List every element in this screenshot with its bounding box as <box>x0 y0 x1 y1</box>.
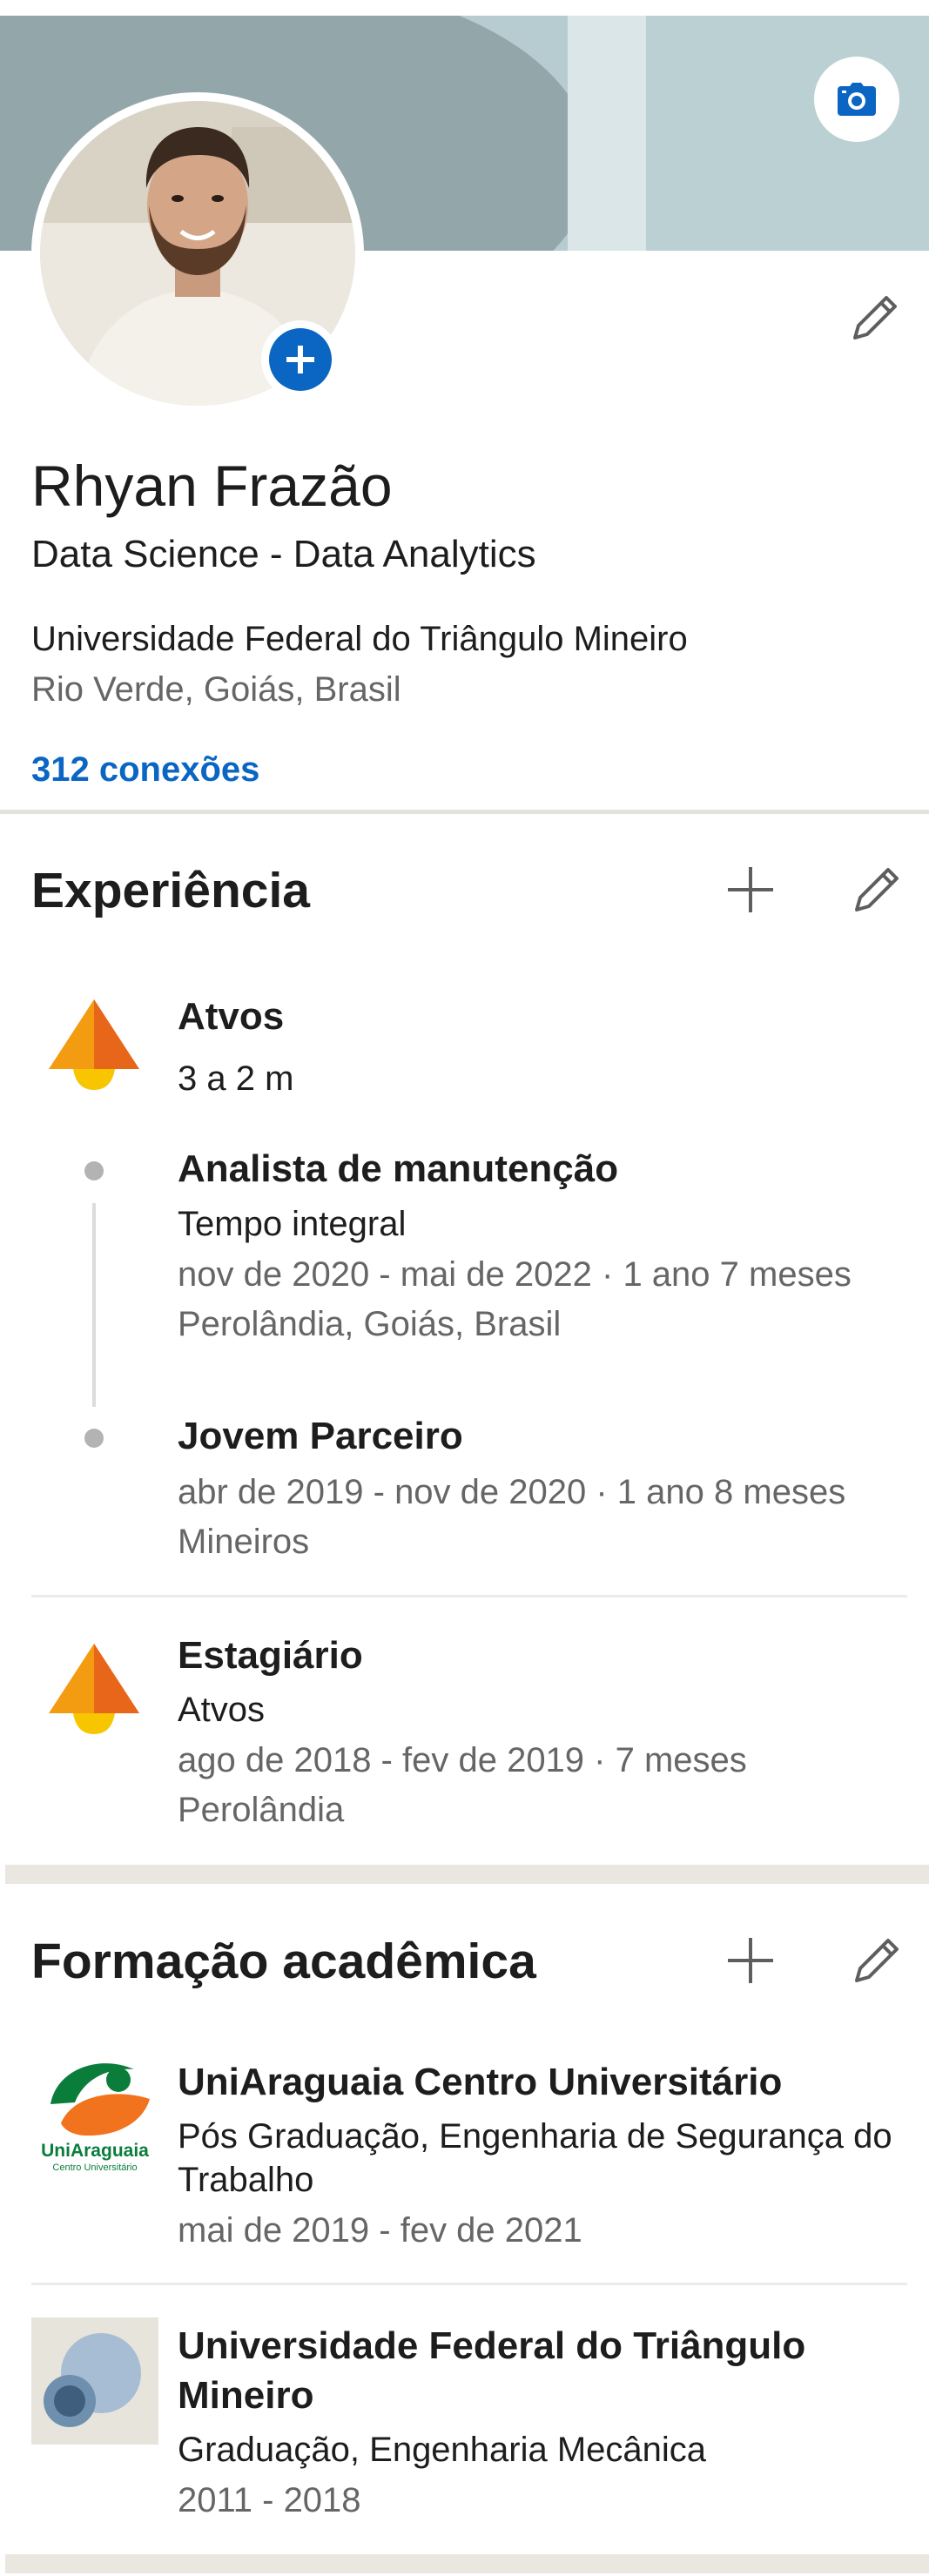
school-name[interactable]: UniAraguaia Centro Universitário <box>178 2061 782 2104</box>
profile-location: Rio Verde, Goiás, Brasil <box>31 670 401 709</box>
role-title[interactable]: Estagiário <box>178 1634 363 1678</box>
divider <box>0 810 929 814</box>
atvos-logo[interactable] <box>42 992 146 1097</box>
edit-intro-button[interactable] <box>845 287 905 348</box>
edit-education-button[interactable] <box>845 1928 909 1993</box>
pencil-icon <box>855 868 899 911</box>
education-title: Formação acadêmica <box>31 1934 536 1989</box>
degree-continued: Trabalho <box>178 2161 314 2199</box>
atvos-logo[interactable] <box>42 1637 146 1741</box>
profile-education[interactable]: Universidade Federal do Triângulo Mineir… <box>31 620 688 659</box>
education-dates: 2011 - 2018 <box>178 2481 361 2519</box>
divider <box>31 1595 907 1597</box>
role-location: Perolândia <box>178 1791 345 1829</box>
add-education-button[interactable] <box>718 1928 783 1993</box>
company-duration: 3 a 2 m <box>178 1059 294 1098</box>
role-title[interactable]: Analista de manutenção <box>178 1147 618 1191</box>
svg-text:Centro Universitário: Centro Universitário <box>52 2162 137 2173</box>
pencil-icon <box>853 296 897 340</box>
school-logo-placeholder[interactable] <box>31 2317 158 2445</box>
company-name[interactable]: Atvos <box>178 995 284 1039</box>
education-dates: mai de 2019 - fev de 2021 <box>178 2211 582 2250</box>
plus-icon <box>286 346 314 373</box>
profile-headline: Data Science - Data Analytics <box>31 533 536 575</box>
edit-cover-button[interactable] <box>814 57 899 142</box>
timeline-dot <box>84 1429 104 1448</box>
section-separator <box>5 2554 929 2573</box>
school-name-continued[interactable]: Mineiro <box>178 2374 313 2418</box>
pencil-icon <box>855 1939 899 1982</box>
role-location: Perolândia, Goiás, Brasil <box>178 1305 562 1343</box>
role-title[interactable]: Jovem Parceiro <box>178 1415 463 1458</box>
role-type: Tempo integral <box>178 1205 407 1243</box>
role-dates: abr de 2019 - nov de 2020 · 1 ano 8 mese… <box>178 1473 846 1511</box>
plus-icon <box>728 867 773 912</box>
plus-icon <box>728 1938 773 1983</box>
role-location: Mineiros <box>178 1523 310 1561</box>
edit-experience-button[interactable] <box>845 858 909 922</box>
divider <box>31 2283 907 2285</box>
profile-name: Rhyan Frazão <box>31 454 393 518</box>
add-profile-photo-button[interactable] <box>261 320 340 399</box>
role-dates: nov de 2020 - mai de 2022 · 1 ano 7 mese… <box>178 1255 852 1294</box>
role-dates: ago de 2018 - fev de 2019 · 7 meses <box>178 1741 747 1779</box>
degree: Graduação, Engenharia Mecânica <box>178 2431 707 2469</box>
experience-title: Experiência <box>31 863 311 918</box>
timeline-dot <box>84 1161 104 1180</box>
connections-link[interactable]: 312 conexões <box>31 750 259 790</box>
svg-text:UniAraguaia: UniAraguaia <box>41 2141 149 2161</box>
section-separator <box>5 1865 929 1884</box>
school-name[interactable]: Universidade Federal do Triângulo <box>178 2324 805 2368</box>
add-experience-button[interactable] <box>718 858 783 922</box>
timeline-line <box>92 1203 96 1407</box>
company-name: Atvos <box>178 1691 266 1729</box>
camera-icon <box>838 83 876 116</box>
degree: Pós Graduação, Engenharia de Segurança d… <box>178 2117 892 2156</box>
uniaraguaia-logo[interactable]: UniAraguaia Centro Universitário <box>31 2050 158 2177</box>
